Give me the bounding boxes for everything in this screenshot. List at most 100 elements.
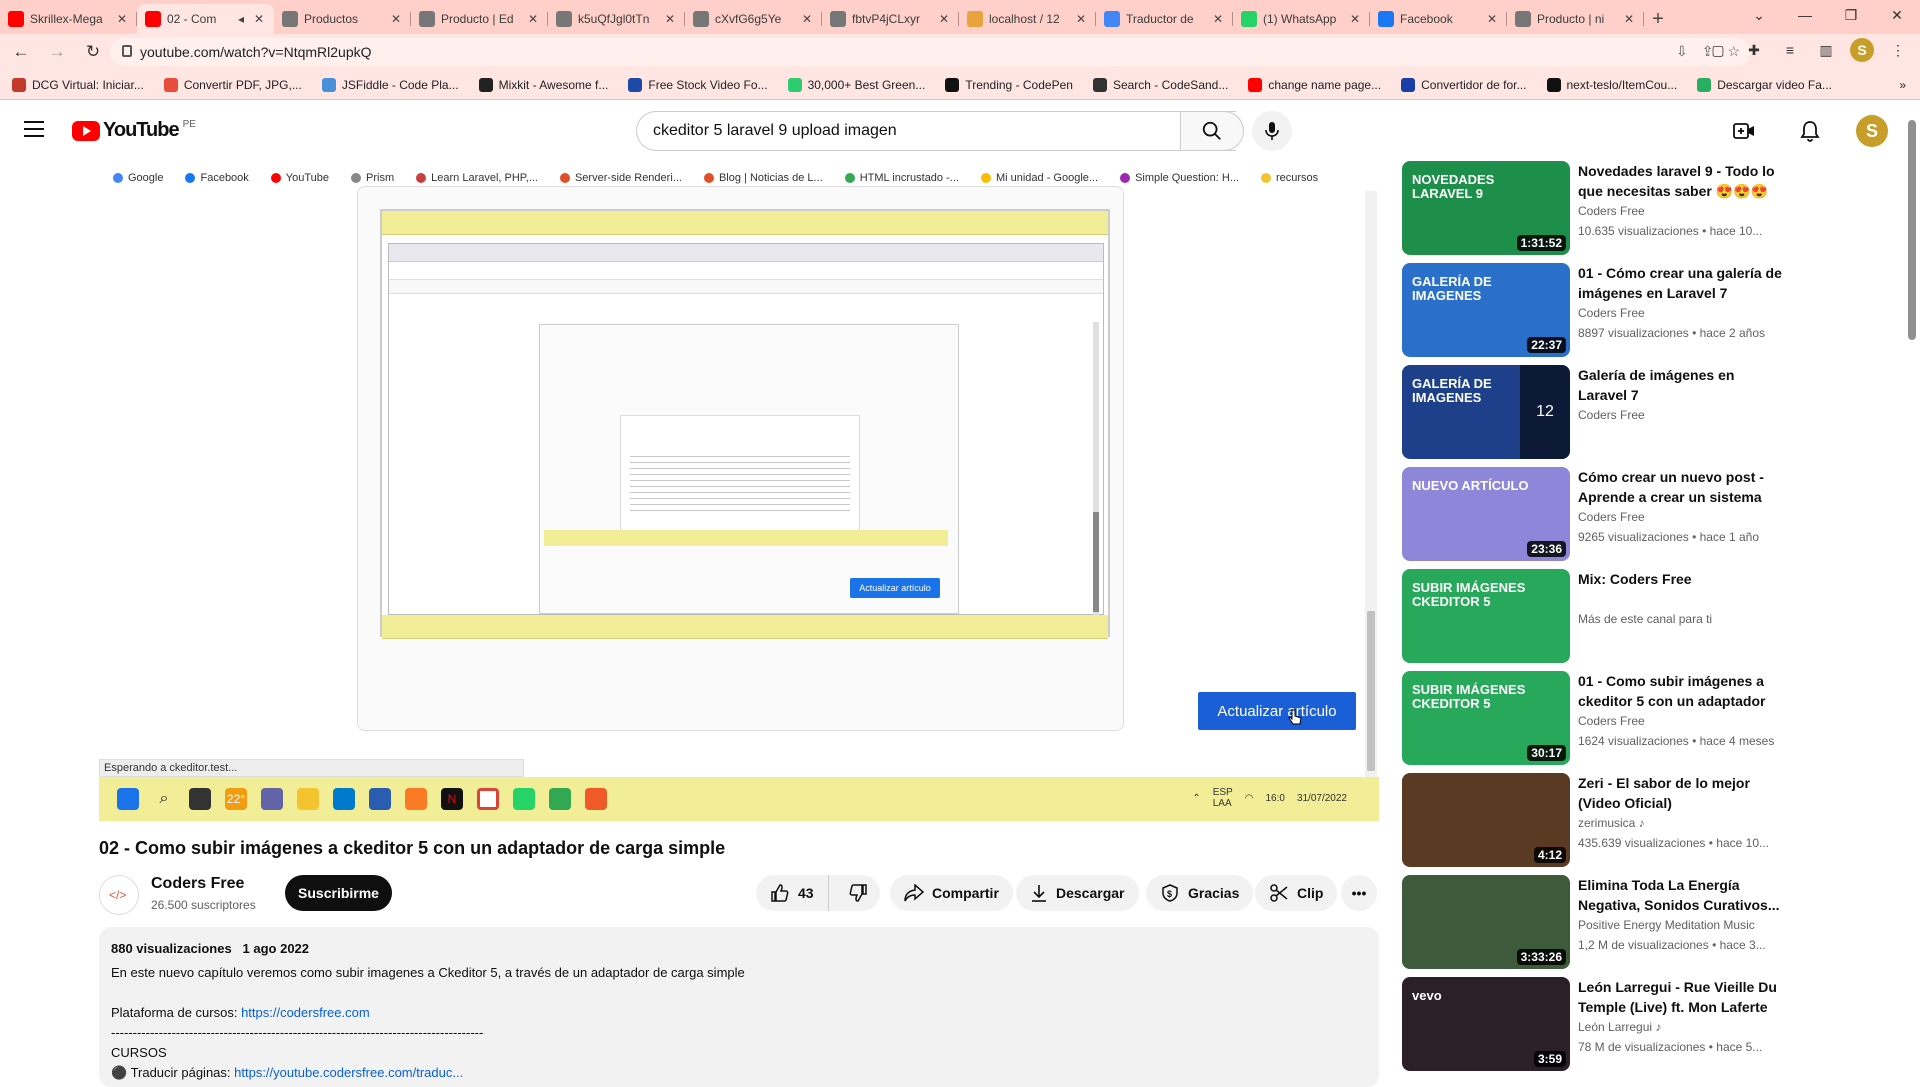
chrome-menu-icon[interactable]: ⋮: [1886, 38, 1910, 62]
video-thumbnail[interactable]: GALERÍA DE IMAGENES 12: [1402, 365, 1570, 459]
bookmark-item[interactable]: Trending - CodePen: [945, 77, 1073, 92]
back-icon[interactable]: ←: [6, 37, 36, 67]
channel-avatar[interactable]: </>: [99, 875, 139, 915]
tab-close-icon[interactable]: ✕: [1622, 12, 1636, 26]
tab-close-icon[interactable]: ✕: [526, 12, 540, 26]
search-input[interactable]: ckeditor 5 laravel 9 upload imagen ✕: [636, 111, 1236, 151]
profile-avatar-icon[interactable]: S: [1850, 38, 1874, 62]
video-description[interactable]: 880 visualizaciones 1 ago 2022 En este n…: [99, 927, 1379, 1087]
video-thumbnail[interactable]: 4:12: [1402, 773, 1570, 867]
new-tab-button[interactable]: +: [1644, 4, 1672, 34]
bookmark-item[interactable]: Descargar video Fa...: [1697, 77, 1832, 92]
video-thumbnail[interactable]: NUEVO ARTÍCULO 23:36: [1402, 467, 1570, 561]
recommended-video[interactable]: NUEVO ARTÍCULO 23:36 Cómo crear un nuevo p…: [1402, 467, 1782, 561]
more-actions-button[interactable]: •••: [1341, 875, 1377, 911]
search-button[interactable]: [1180, 111, 1244, 151]
extension-icon[interactable]: ▢: [1706, 38, 1730, 62]
bookmark-item[interactable]: change name page...: [1248, 77, 1381, 92]
recommended-title[interactable]: León Larregui - Rue Vieille Du Temple (L…: [1578, 977, 1782, 1017]
recommended-title[interactable]: 01 - Como subir imágenes a ckeditor 5 co…: [1578, 671, 1782, 711]
browser-tab[interactable]: k5uQfJgl0tTn ✕: [548, 4, 685, 34]
reload-icon[interactable]: ↻: [78, 37, 108, 67]
notifications-bell-icon[interactable]: [1790, 111, 1830, 151]
channel-name[interactable]: Coders Free: [151, 875, 244, 893]
side-panel-icon[interactable]: ▥: [1814, 38, 1838, 62]
recommended-channel[interactable]: Más de este canal para ti: [1578, 612, 1712, 626]
tab-close-icon[interactable]: ✕: [937, 12, 951, 26]
recommended-video[interactable]: GALERÍA DE IMAGENES 22:37 01 - Cómo crear …: [1402, 263, 1782, 357]
tab-close-icon[interactable]: ✕: [1211, 12, 1225, 26]
browser-tab[interactable]: Producto | Ed ✕: [411, 4, 548, 34]
bookmark-item[interactable]: JSFiddle - Code Pla...: [321, 77, 459, 92]
recommended-channel[interactable]: Coders Free: [1578, 408, 1645, 422]
subscribe-button[interactable]: Suscribirme: [285, 875, 392, 911]
recommended-channel[interactable]: Coders Free: [1578, 714, 1645, 728]
bookmark-item[interactable]: Convertidor de for...: [1401, 77, 1527, 92]
tab-mute-icon[interactable]: ◂: [234, 12, 248, 26]
recommended-video[interactable]: SUBIR IMÁGENES CKEDITOR 5 30:17 01 - Como …: [1402, 671, 1782, 765]
browser-tab[interactable]: Productos ✕: [274, 4, 411, 34]
browser-tab[interactable]: (1) WhatsApp ✕: [1233, 4, 1370, 34]
clip-button[interactable]: Clip: [1255, 875, 1338, 911]
course-link[interactable]: https://youtube.codersfree.com/traduc...: [234, 1065, 463, 1080]
bookmark-item[interactable]: Mixkit - Awesome f...: [478, 77, 608, 92]
recommended-title[interactable]: Novedades laravel 9 - Todo lo que necesi…: [1578, 161, 1782, 201]
minimize-icon[interactable]: —: [1782, 0, 1828, 30]
thanks-button[interactable]: $ Gracias: [1146, 875, 1254, 911]
bookmark-item[interactable]: Convertir PDF, JPG,...: [163, 77, 302, 92]
tab-close-icon[interactable]: ✕: [800, 12, 814, 26]
youtube-logo[interactable]: YouTube PE: [72, 119, 196, 142]
video-thumbnail[interactable]: SUBIR IMÁGENES CKEDITOR 5: [1402, 569, 1570, 663]
like-button[interactable]: 43: [756, 875, 829, 911]
recommended-title[interactable]: Galería de imágenes en Laravel 7: [1578, 365, 1782, 405]
browser-tab[interactable]: 02 - Com ◂ ✕: [137, 4, 274, 34]
media-icon[interactable]: ≡: [1778, 38, 1802, 62]
recommended-title[interactable]: 01 - Cómo crear una galería de imágenes …: [1578, 263, 1782, 303]
recommended-channel[interactable]: León Larregui ♪: [1578, 1020, 1661, 1034]
recommended-title[interactable]: Elimina Toda La Energía Negativa, Sonido…: [1578, 875, 1782, 915]
bookmark-item[interactable]: Free Stock Video Fo...: [628, 77, 768, 92]
video-thumbnail[interactable]: NOVEDADES LARAVEL 9 1:31:52: [1402, 161, 1570, 255]
recommended-video[interactable]: 4:12 Zeri - El sabor de lo mejor (Video O…: [1402, 773, 1782, 867]
tab-close-icon[interactable]: ✕: [1348, 12, 1362, 26]
video-thumbnail[interactable]: GALERÍA DE IMAGENES 22:37: [1402, 263, 1570, 357]
recommended-title[interactable]: Mix: Coders Free: [1578, 569, 1782, 589]
browser-tab[interactable]: Producto | ni ✕: [1507, 4, 1644, 34]
tab-close-icon[interactable]: ✕: [115, 12, 129, 26]
address-bar[interactable]: youtube.com/watch?v=NtqmRl2upkQ ⇩ ⇪ ☆: [110, 38, 1750, 66]
recommended-channel[interactable]: Coders Free: [1578, 510, 1645, 524]
recommended-video[interactable]: vevo 3:59 León Larregui - Rue Vieille Du T…: [1402, 977, 1782, 1071]
user-avatar[interactable]: S: [1856, 115, 1888, 147]
browser-tab[interactable]: Skrillex-Mega ✕: [0, 4, 137, 34]
download-button[interactable]: Descargar: [1016, 875, 1139, 911]
tab-close-icon[interactable]: ✕: [252, 12, 266, 26]
video-thumbnail[interactable]: 3:33:26: [1402, 875, 1570, 969]
browser-tab[interactable]: cXvfG6g5Ye ✕: [685, 4, 822, 34]
bookmark-item[interactable]: 30,000+ Best Green...: [787, 77, 925, 92]
recommended-video[interactable]: 3:33:26 Elimina Toda La Energía Negativa,…: [1402, 875, 1782, 969]
recommended-title[interactable]: Cómo crear un nuevo post - Aprende a cre…: [1578, 467, 1782, 507]
bookmark-item[interactable]: Search - CodeSand...: [1092, 77, 1228, 92]
bookmark-item[interactable]: next-teslo/ItemCou...: [1546, 77, 1677, 92]
recommended-video[interactable]: NOVEDADES LARAVEL 9 1:31:52 Novedades lara…: [1402, 161, 1782, 255]
tab-close-icon[interactable]: ✕: [389, 12, 403, 26]
platform-link[interactable]: https://codersfree.com: [241, 1005, 370, 1020]
tab-close-icon[interactable]: ✕: [1074, 12, 1088, 26]
puzzle-extensions-icon[interactable]: ✚: [1742, 38, 1766, 62]
browser-tab[interactable]: Facebook ✕: [1370, 4, 1507, 34]
maximize-icon[interactable]: ❐: [1828, 0, 1874, 30]
recommended-channel[interactable]: Coders Free: [1578, 306, 1645, 320]
install-icon[interactable]: ⇩: [1676, 43, 1688, 60]
browser-tab[interactable]: Traductor de ✕: [1096, 4, 1233, 34]
recommended-channel[interactable]: Coders Free: [1578, 204, 1645, 218]
video-thumbnail[interactable]: SUBIR IMÁGENES CKEDITOR 5 30:17: [1402, 671, 1570, 765]
browser-tab[interactable]: fbtvP4jCLxyr ✕: [822, 4, 959, 34]
forward-icon[interactable]: →: [42, 37, 72, 67]
dislike-button[interactable]: [837, 883, 880, 903]
tab-search-icon[interactable]: ⌄: [1736, 0, 1782, 30]
bookmark-item[interactable]: DCG Virtual: Iniciar...: [12, 77, 144, 92]
recommended-title[interactable]: Zeri - El sabor de lo mejor (Video Ofici…: [1578, 773, 1782, 813]
recommended-channel[interactable]: Positive Energy Meditation Music: [1578, 918, 1755, 932]
lock-icon[interactable]: [122, 45, 132, 57]
tab-close-icon[interactable]: ✕: [1485, 12, 1499, 26]
